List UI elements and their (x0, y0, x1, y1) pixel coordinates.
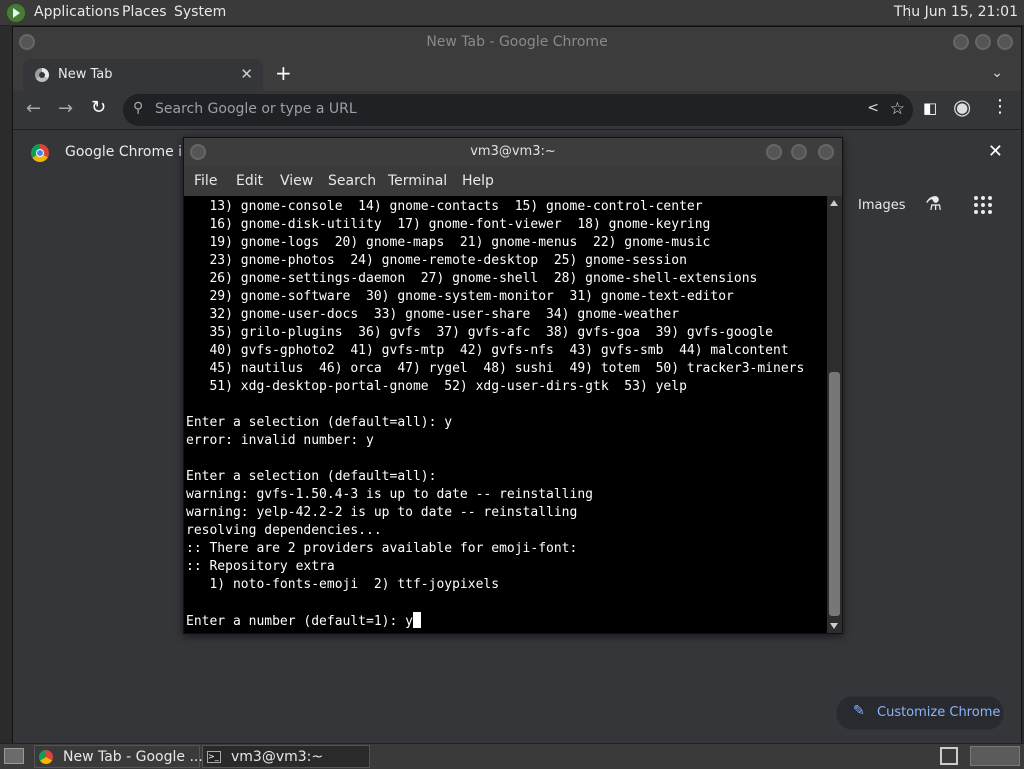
terminal-line: Enter a selection (default=all): y (186, 415, 453, 430)
menu-edit[interactable]: Edit (236, 173, 263, 189)
share-icon[interactable]: < (867, 100, 879, 116)
distro-logo-icon[interactable] (6, 3, 26, 23)
menu-help[interactable]: Help (462, 173, 494, 189)
menu-view[interactable]: View (280, 173, 313, 189)
task-terminal[interactable]: >_ vm3@vm3:~ (202, 745, 370, 768)
infobar-close-icon[interactable]: ✕ (988, 141, 1003, 162)
tab-strip: New Tab ✕ (13, 57, 1021, 91)
kebab-menu-icon[interactable]: ⋮ (991, 96, 1009, 117)
terminal-line: 1) noto-fonts-emoji 2) ttf-joypixels (209, 577, 500, 592)
task-chrome-label: New Tab - Google ... (63, 749, 203, 765)
clock[interactable]: Thu Jun 15, 21:01 (894, 4, 1018, 20)
chrome-logo-icon (31, 144, 49, 162)
terminal-line: 35) grilo-plugins 36) gvfs 37) gvfs-afc … (209, 325, 773, 340)
chrome-task-icon (39, 750, 53, 764)
images-link[interactable]: Images (858, 198, 906, 213)
tab-new-tab[interactable]: New Tab ✕ (23, 59, 263, 91)
terminal-line: 13) gnome-console 14) gnome-contacts 15)… (209, 199, 703, 214)
menu-terminal[interactable]: Terminal (388, 173, 447, 189)
terminal-line: 23) gnome-photos 24) gnome-remote-deskto… (209, 253, 687, 268)
terminal-line: :: There are 2 providers available for e… (186, 541, 578, 556)
chrome-window-title: New Tab - Google Chrome (426, 34, 608, 50)
terminal-line: resolving dependencies... (186, 523, 382, 538)
workspace-switcher[interactable] (970, 746, 1020, 766)
terminal-line: 29) gnome-software 30) gnome-system-moni… (209, 289, 734, 304)
terminal-line: 45) nautilus 46) orca 47) rygel 48) sush… (209, 361, 805, 376)
maximize-button[interactable] (975, 34, 991, 50)
chrome-titlebar[interactable]: New Tab - Google Chrome (13, 27, 1021, 57)
terminal-maximize-button[interactable] (791, 144, 807, 160)
terminal-line: 16) gnome-disk-utility 17) gnome-font-vi… (209, 217, 711, 232)
terminal-window-menu-button[interactable] (190, 144, 206, 160)
terminal-prompt-line: Enter a number (default=1): y (186, 614, 413, 629)
window-list-icon[interactable] (940, 747, 958, 765)
task-chrome[interactable]: New Tab - Google ... (34, 745, 203, 768)
terminal-line: warning: yelp-42.2-2 is up to date -- re… (186, 505, 578, 520)
back-arrow-icon[interactable]: ← (26, 98, 41, 119)
profile-avatar-icon[interactable]: ◉ (953, 95, 971, 119)
chrome-toolbar: ← → ↻ ⚲ Search Google or type a URL < ☆ … (13, 91, 1021, 129)
terminal-text: 13) gnome-console 14) gnome-contacts 15)… (184, 196, 827, 631)
labs-flask-icon[interactable]: ⚗ (925, 193, 942, 215)
customize-chrome-label: Customize Chrome (877, 705, 1001, 720)
terminal-close-button[interactable] (818, 144, 834, 160)
close-window-button[interactable] (997, 34, 1013, 50)
scroll-up-arrow-icon[interactable] (830, 200, 838, 206)
bookmark-star-icon[interactable]: ☆ (890, 99, 905, 119)
top-panel: Applications Places System Thu Jun 15, 2… (0, 0, 1024, 26)
menu-search[interactable]: Search (328, 173, 376, 189)
new-tab-plus-icon[interactable]: + (275, 61, 292, 85)
scroll-down-arrow-icon[interactable] (830, 623, 838, 629)
terminal-line: Enter a selection (default=all): (186, 469, 437, 484)
terminal-line: 32) gnome-user-docs 33) gnome-user-share… (209, 307, 680, 322)
window-menu-button[interactable] (19, 34, 35, 50)
terminal-line: 19) gnome-logs 20) gnome-maps 21) gnome-… (209, 235, 711, 250)
forward-arrow-icon[interactable]: → (58, 98, 73, 119)
omnibox-placeholder: Search Google or type a URL (155, 101, 357, 117)
tab-close-icon[interactable]: ✕ (240, 65, 253, 83)
apps-grid-icon[interactable] (974, 196, 992, 214)
terminal-scrollbar[interactable] (827, 196, 842, 633)
terminal-line: 40) gvfs-gphoto2 41) gvfs-mtp 42) gvfs-n… (209, 343, 789, 358)
task-terminal-label: vm3@vm3:~ (231, 749, 324, 765)
chrome-tab-favicon-icon (35, 68, 49, 82)
bottom-taskbar: New Tab - Google ... >_ vm3@vm3:~ (0, 743, 1024, 769)
show-desktop-icon[interactable] (4, 748, 24, 764)
terminal-task-icon: >_ (207, 751, 221, 763)
terminal-menubar: File Edit View Search Terminal Help (184, 166, 842, 196)
search-icon: ⚲ (133, 100, 144, 116)
side-panel-icon[interactable]: ◧ (923, 99, 937, 117)
customize-chrome-button[interactable]: ✎ Customize Chrome (836, 696, 1004, 730)
terminal-line: error: invalid number: y (186, 433, 374, 448)
menu-file[interactable]: File (194, 173, 217, 189)
system-menu[interactable]: System (174, 4, 226, 20)
terminal-window: vm3@vm3:~ File Edit View Search Terminal… (183, 137, 843, 634)
tab-title: New Tab (58, 67, 113, 82)
terminal-line: 51) xdg-desktop-portal-gnome 52) xdg-use… (209, 379, 687, 394)
applications-menu[interactable]: Applications (34, 4, 120, 20)
terminal-window-title: vm3@vm3:~ (470, 144, 556, 159)
places-menu[interactable]: Places (122, 4, 167, 20)
terminal-line: warning: gvfs-1.50.4-3 is up to date -- … (186, 487, 593, 502)
pencil-icon: ✎ (853, 703, 865, 719)
terminal-line: 26) gnome-settings-daemon 27) gnome-shel… (209, 271, 758, 286)
terminal-cursor (412, 612, 421, 628)
terminal-line: :: Repository extra (186, 559, 335, 574)
terminal-minimize-button[interactable] (766, 144, 782, 160)
terminal-titlebar[interactable]: vm3@vm3:~ (184, 138, 842, 166)
reload-icon[interactable]: ↻ (91, 97, 106, 118)
tab-search-chevron-down-icon[interactable]: ⌄ (991, 65, 1003, 81)
terminal-output[interactable]: 13) gnome-console 14) gnome-contacts 15)… (184, 196, 827, 633)
omnibox[interactable]: ⚲ Search Google or type a URL < ☆ (123, 94, 913, 126)
minimize-button[interactable] (953, 34, 969, 50)
infobar-message: Google Chrome isn (65, 144, 199, 160)
scrollbar-thumb[interactable] (829, 372, 840, 616)
